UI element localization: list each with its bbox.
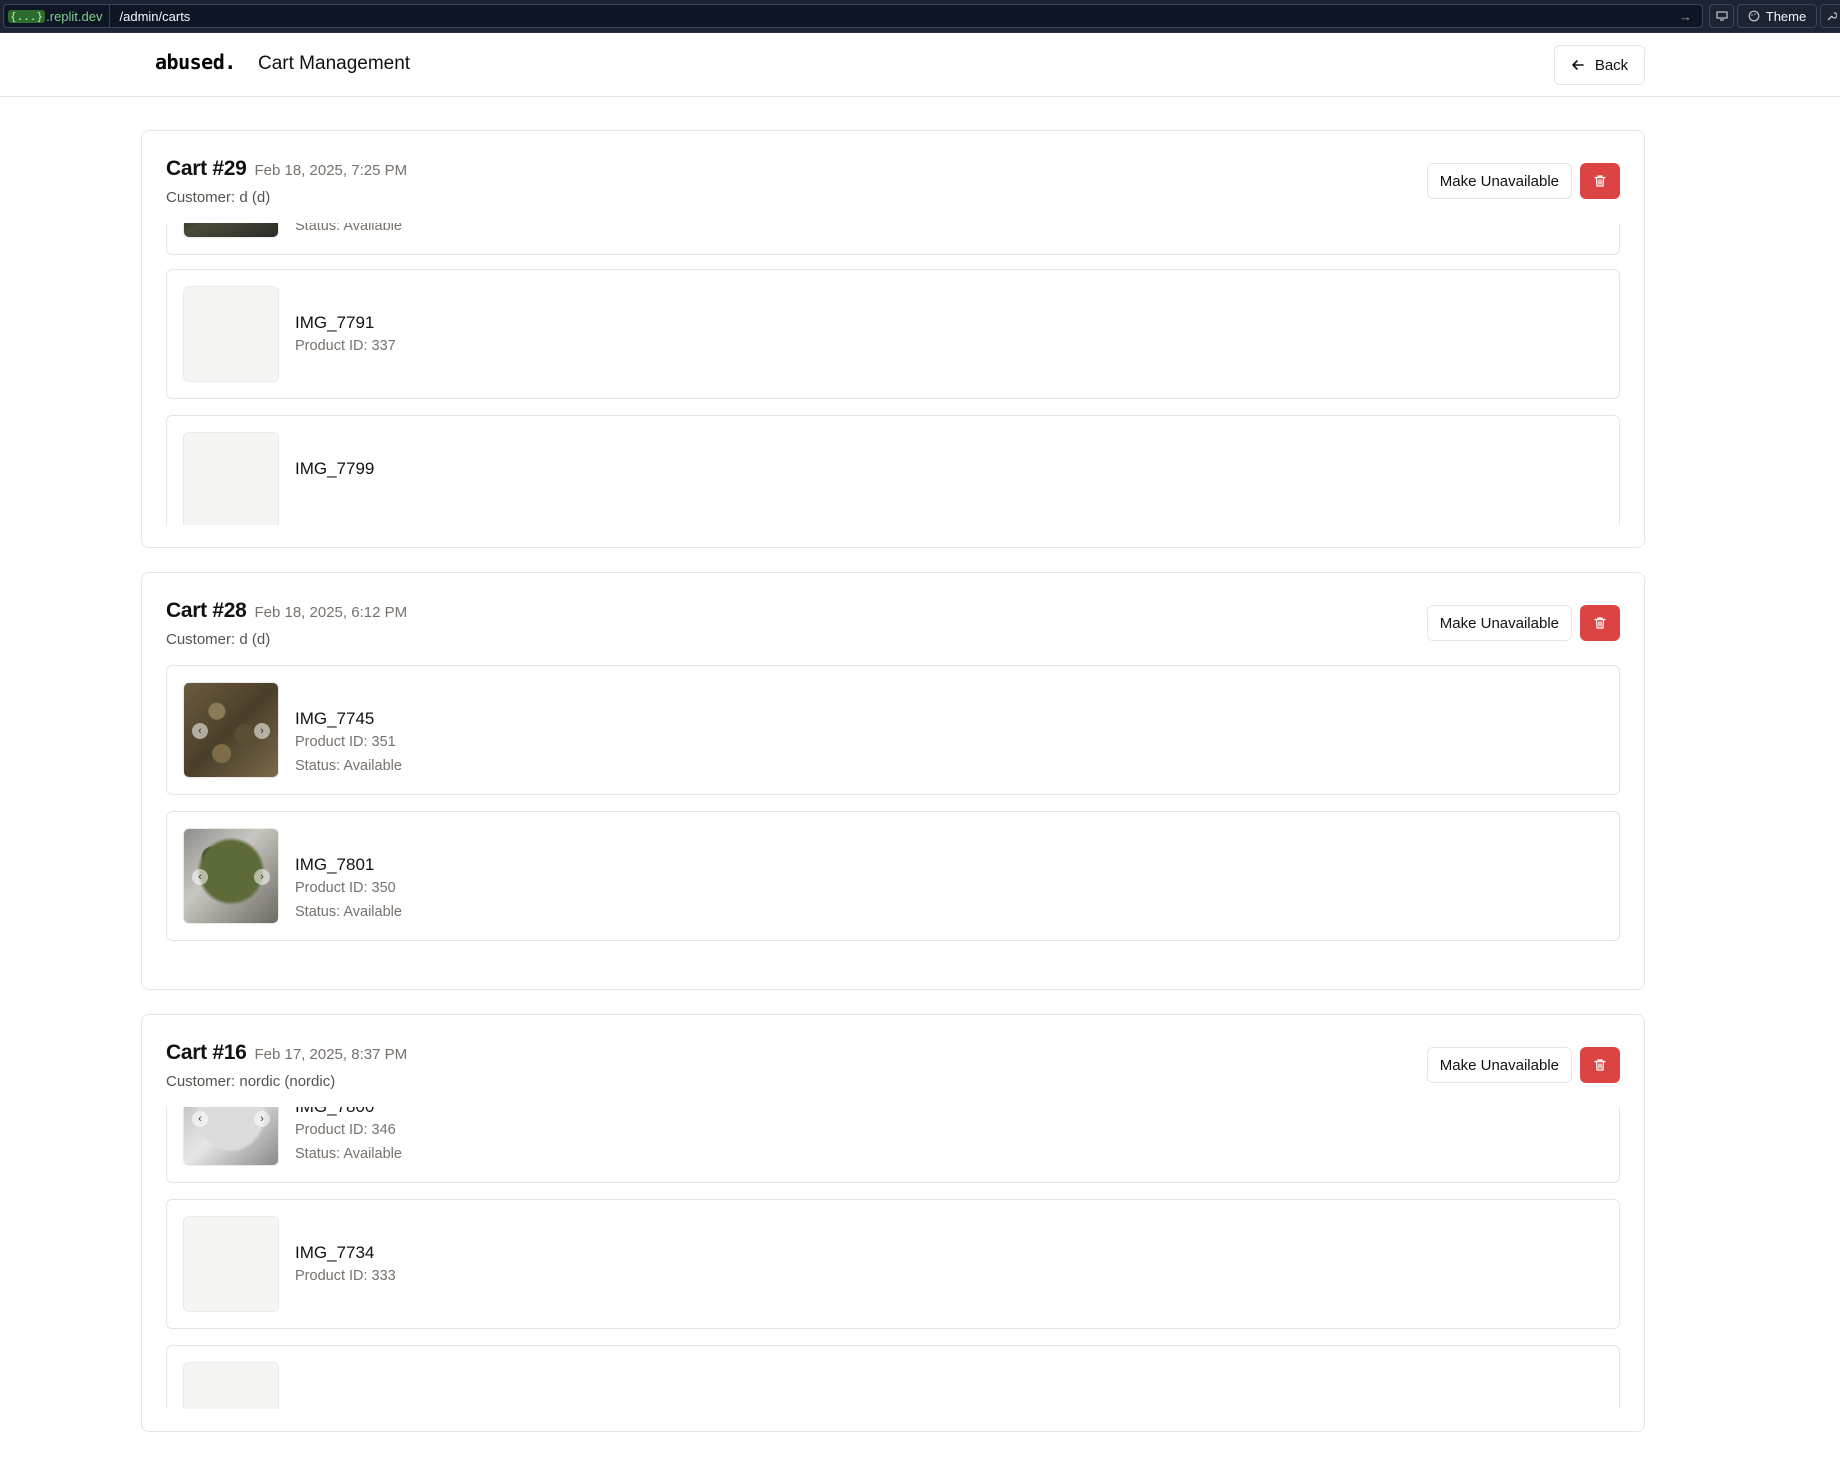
chevron-right-icon[interactable]: › [254,1111,270,1127]
cart-card: Cart #28 Feb 18, 2025, 6:12 PM Customer:… [141,572,1645,990]
back-button[interactable]: Back [1554,45,1645,85]
make-unavailable-button[interactable]: Make Unavailable [1426,163,1572,199]
product-image: ‹ › [183,1107,279,1166]
item-name: IMG_7800 [295,1107,374,1117]
product-image-placeholder [183,286,279,382]
cart-item: ‹ › IMG_7801 Product ID: 350 Status: Ava… [166,811,1620,941]
item-status: Status: Available [295,223,402,234]
cart-title: Cart #16 [166,1041,247,1064]
product-image-placeholder [183,432,279,525]
cart-date: Feb 17, 2025, 8:37 PM [254,1046,408,1063]
trash-icon [1594,175,1606,187]
palette-icon [1748,10,1760,22]
item-status: Status: Available [295,758,402,774]
cart-title: Cart #29 [166,157,247,180]
logo[interactable]: abused. [155,50,236,74]
back-label: Back [1594,56,1629,74]
item-name: IMG_7745 [295,709,375,728]
cart-customer: Customer: d (d) [166,189,271,206]
screen-icon[interactable] [1709,4,1734,28]
cart-items-scroll[interactable]: ‹ › IMG_7745 Product ID: 351 Status: Ava… [166,665,1620,967]
item-product-id: Product ID: 337 [295,338,396,354]
arrow-left-icon [1572,60,1584,70]
cart-date: Feb 18, 2025, 6:12 PM [254,604,408,621]
product-image: ‹ › [183,828,279,924]
page-title: Cart Management [258,53,411,74]
trash-icon [1594,1059,1606,1071]
delete-cart-button[interactable] [1580,605,1620,641]
arrow-right-icon[interactable]: → [1679,9,1702,24]
cart-items-scroll[interactable]: ‹ › IMG_7800 Product ID: 346 Status: Ava… [166,1107,1620,1409]
chevron-right-icon[interactable]: › [254,869,270,885]
cart-items-scroll[interactable]: Product ID: 343 Status: Available IMG_77… [166,223,1620,525]
cart-item: ‹ › IMG_7800 Product ID: 346 Status: Ava… [166,1107,1620,1183]
item-name: IMG_7791 [295,313,375,332]
theme-label: Theme [1765,8,1807,24]
cart-customer: Customer: nordic (nordic) [166,1073,336,1090]
product-image-placeholder [183,1216,279,1312]
cart-item: Product ID: 343 Status: Available [166,223,1620,255]
trash-icon [1594,617,1606,629]
delete-cart-button[interactable] [1580,163,1620,199]
cart-title: Cart #28 [166,599,247,622]
theme-button[interactable]: Theme [1737,4,1817,28]
cart-card: Cart #16 Feb 17, 2025, 8:37 PM Customer:… [141,1014,1645,1432]
item-status: Status: Available [295,1146,402,1162]
item-product-id: Product ID: 346 [295,1122,396,1138]
chevron-left-icon[interactable]: ‹ [192,1111,208,1127]
url-path[interactable]: /admin/carts [110,9,1680,24]
cart-customer: Customer: d (d) [166,631,271,648]
item-product-id: Product ID: 333 [295,1268,396,1284]
cart-item: ‹ › IMG_7745 Product ID: 351 Status: Ava… [166,665,1620,795]
item-name: IMG_7801 [295,855,375,874]
chevron-right-icon[interactable]: › [254,723,270,739]
replit-brace-icon: {...} [8,9,46,23]
make-unavailable-button[interactable]: Make Unavailable [1426,605,1572,641]
chevron-left-icon[interactable]: ‹ [192,723,208,739]
product-image: ‹ › [183,682,279,778]
cart-item [166,1345,1620,1409]
app-header: abused. Cart Management Back [0,33,1840,97]
cart-item: IMG_7799 [166,415,1620,525]
item-status: Status: Available [295,904,402,920]
make-unavailable-button[interactable]: Make Unavailable [1426,1047,1572,1083]
wrench-icon[interactable] [1820,4,1840,28]
cart-item: IMG_7734 Product ID: 333 [166,1199,1620,1329]
domain-text: .replit.dev [46,8,103,24]
cart-card: Cart #29 Feb 18, 2025, 7:25 PM Customer:… [141,130,1645,548]
browser-bar: {...} .replit.dev /admin/carts → Theme [0,0,1840,33]
domain-chip: {...} .replit.dev [4,5,110,27]
item-name: IMG_7734 [295,1243,375,1262]
product-image [183,223,279,238]
chevron-left-icon[interactable]: ‹ [192,869,208,885]
cart-date: Feb 18, 2025, 7:25 PM [254,162,408,179]
item-product-id: Product ID: 350 [295,880,396,896]
item-name: IMG_7799 [295,459,375,478]
delete-cart-button[interactable] [1580,1047,1620,1083]
cart-item: IMG_7791 Product ID: 337 [166,269,1620,399]
url-bar[interactable]: {...} .replit.dev /admin/carts → [3,4,1703,28]
product-image-placeholder [183,1362,279,1409]
item-product-id: Product ID: 351 [295,734,396,750]
